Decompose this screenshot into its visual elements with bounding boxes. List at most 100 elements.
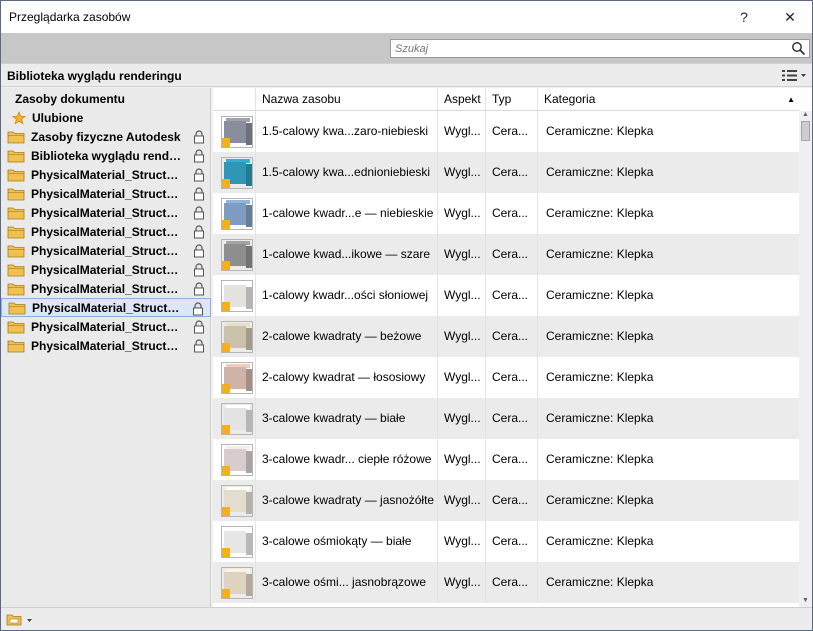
column-header-name[interactable]: Nazwa zasobu: [255, 88, 437, 111]
scrollbar-thumb[interactable]: [801, 121, 810, 141]
column-header-type[interactable]: Typ: [485, 88, 537, 111]
lock-icon: [194, 282, 204, 296]
table-row[interactable]: 1.5-calowy kwa...zaro-niebieski Wygl... Ce…: [213, 111, 799, 152]
cell-category: Ceramiczne: Klepka: [537, 562, 799, 603]
table-row[interactable]: 3-calowe kwadraty — jasnożółte Wygl... Cer…: [213, 480, 799, 521]
cell-type: Cera...: [485, 562, 537, 603]
star-icon: [11, 110, 27, 124]
tree-item-label: PhysicalMaterial_Structur...: [32, 300, 184, 315]
tree-item-label: PhysicalMaterial_Structur...: [31, 243, 183, 258]
folder-icon: [7, 283, 25, 295]
table-row[interactable]: 2-calowe kwadraty — beżowe Wygl... Cera...…: [213, 316, 799, 357]
cell-name: 3-calowe ośmi... jasnobrązowe: [255, 562, 437, 603]
library-menu-icon[interactable]: [5, 611, 35, 628]
table-row[interactable]: 1-calowe kwad...ikowe — szare Wygl... Cera…: [213, 234, 799, 275]
tree-item-label: Zasoby fizyczne Autodesk: [31, 129, 181, 144]
folder-icon: [7, 131, 25, 143]
cell-type: Cera...: [485, 193, 537, 234]
folder-icon: [7, 226, 25, 238]
vertical-scrollbar[interactable]: ▲ ▼: [799, 111, 812, 607]
folder-icon: [7, 207, 25, 219]
lock-icon: [194, 130, 204, 144]
cell-type: Cera...: [485, 357, 537, 398]
edit-badge-icon: [222, 548, 230, 557]
folder-icon: [7, 245, 25, 257]
library-header: Biblioteka wyglądu renderingu: [1, 63, 812, 87]
tree-item-label: PhysicalMaterial_Structur...: [31, 338, 183, 353]
tree-item-folder[interactable]: PhysicalMaterial_Structur...: [1, 317, 211, 336]
folder-icon: [7, 150, 25, 162]
edit-badge-icon: [222, 138, 230, 147]
scroll-up-icon[interactable]: ▲: [799, 111, 812, 121]
tree-item-folder[interactable]: PhysicalMaterial_Structur...: [1, 222, 211, 241]
material-thumbnail: [221, 321, 253, 353]
cell-category: Ceramiczne: Klepka: [537, 521, 799, 562]
scroll-down-icon[interactable]: ▼: [799, 597, 812, 607]
list-view-icon[interactable]: [780, 67, 808, 84]
bottom-toolbar: [1, 607, 812, 630]
cell-aspect: Wygl...: [437, 521, 485, 562]
edit-badge-icon: [222, 302, 230, 311]
search-icon[interactable]: [791, 41, 806, 56]
column-header-category[interactable]: Kategoria ▲: [537, 88, 799, 111]
material-thumbnail: [221, 198, 253, 230]
table-row[interactable]: 1-calowe kwadr...e — niebieskie Wygl... Ce…: [213, 193, 799, 234]
lock-icon: [194, 187, 204, 201]
cell-type: Cera...: [485, 111, 537, 152]
cell-type: Cera...: [485, 316, 537, 357]
lock-icon: [194, 149, 204, 163]
tree-item-folder[interactable]: PhysicalMaterial_Structur...: [1, 184, 211, 203]
edit-badge-icon: [222, 384, 230, 393]
tree-item-favorites[interactable]: Ulubione: [1, 108, 211, 127]
folder-icon: [7, 188, 25, 200]
tree-item-document-assets[interactable]: Zasoby dokumentu: [1, 89, 211, 108]
cell-category: Ceramiczne: Klepka: [537, 398, 799, 439]
lock-icon: [194, 320, 204, 334]
table-row[interactable]: 2-calowy kwadrat — łososiowy Wygl... Cera.…: [213, 357, 799, 398]
material-thumbnail: [221, 116, 253, 148]
help-button[interactable]: ?: [722, 1, 766, 33]
window-title: Przeglądarka zasobów: [9, 10, 131, 24]
help-label: ?: [740, 9, 748, 25]
sort-ascending-icon: ▲: [787, 95, 795, 104]
table-row[interactable]: 3-calowe ośmi... jasnobrązowe Wygl... Cera…: [213, 562, 799, 603]
cell-type: Cera...: [485, 234, 537, 275]
tree-item-folder[interactable]: Biblioteka wyglądu render...: [1, 146, 211, 165]
tree-item-folder[interactable]: PhysicalMaterial_Structur...: [1, 241, 211, 260]
tree-item-folder[interactable]: PhysicalMaterial_Structur...: [1, 203, 211, 222]
lock-icon: [194, 339, 204, 353]
cell-aspect: Wygl...: [437, 234, 485, 275]
tree-item-folder[interactable]: PhysicalMaterial_Structur...: [1, 260, 211, 279]
search-input[interactable]: [391, 40, 786, 57]
cell-type: Cera...: [485, 480, 537, 521]
tree-item-label: Biblioteka wyglądu render...: [31, 148, 183, 163]
cell-type: Cera...: [485, 152, 537, 193]
search-box: [390, 39, 810, 58]
cell-category: Ceramiczne: Klepka: [537, 234, 799, 275]
cell-name: 3-calowe kwadraty — białe: [255, 398, 437, 439]
column-header-thumbnail[interactable]: [213, 88, 255, 111]
tree-item-folder[interactable]: PhysicalMaterial_Structur...: [1, 336, 211, 355]
material-thumbnail: [221, 444, 253, 476]
tree-item-folder[interactable]: PhysicalMaterial_Structur...: [1, 165, 211, 184]
table-row[interactable]: 1.5-calowy kwa...ednioniebieski Wygl... Ce…: [213, 152, 799, 193]
tree-item-folder[interactable]: Zasoby fizyczne Autodesk: [1, 127, 211, 146]
tree-item-label: PhysicalMaterial_Structur...: [31, 205, 183, 220]
tree-item-folder[interactable]: PhysicalMaterial_Structur...: [1, 298, 211, 317]
table-row[interactable]: 3-calowe ośmiokąty — białe Wygl... Cera...…: [213, 521, 799, 562]
table-row[interactable]: 1-calowy kwadr...ości słoniowej Wygl... Ce…: [213, 275, 799, 316]
asset-list-panel: Nazwa zasobu Aspekt Typ Kategoria ▲ 1.5-…: [213, 88, 812, 607]
asset-browser-window: Przeglądarka zasobów ? ✕ Biblioteka wygl…: [0, 0, 813, 631]
material-thumbnail: [221, 526, 253, 558]
lock-icon: [194, 168, 204, 182]
close-button[interactable]: ✕: [768, 1, 812, 33]
cell-name: 1-calowy kwadr...ości słoniowej: [255, 275, 437, 316]
column-header-aspect[interactable]: Aspekt: [437, 88, 485, 111]
title-bar: Przeglądarka zasobów ? ✕: [1, 1, 812, 33]
edit-badge-icon: [222, 425, 230, 434]
table-row[interactable]: 3-calowe kwadraty — białe Wygl... Cera... C…: [213, 398, 799, 439]
tree-item-label: PhysicalMaterial_Structur...: [31, 186, 183, 201]
tree-item-folder[interactable]: PhysicalMaterial_Structur...: [1, 279, 211, 298]
table-row[interactable]: 3-calowe kwadr... ciepłe różowe Wygl... Ce…: [213, 439, 799, 480]
tree-item-label: PhysicalMaterial_Structur...: [31, 319, 183, 334]
